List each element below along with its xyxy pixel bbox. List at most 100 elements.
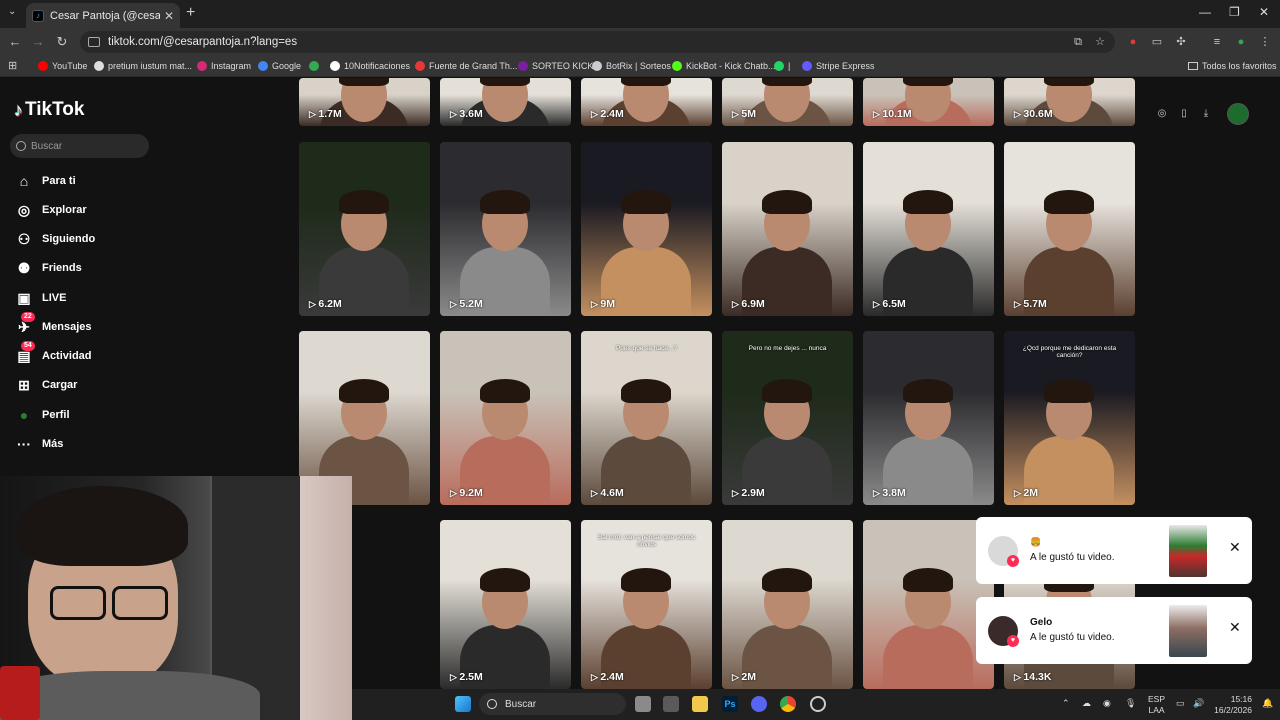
video-thumbnail[interactable]: 5.2M xyxy=(440,142,571,316)
video-thumbnail[interactable]: 9.2M xyxy=(440,331,571,505)
clock[interactable]: 15:16 16/2/2026 xyxy=(1212,694,1252,716)
video-thumbnail[interactable]: 2.4M xyxy=(581,78,712,126)
apps-grid-icon[interactable]: ⊞ xyxy=(8,59,17,72)
nav-item-following[interactable]: ⚇ Siguiendo xyxy=(15,229,95,249)
coins-icon[interactable]: ◎ xyxy=(1155,107,1169,121)
all-bookmarks[interactable]: Todos los favoritos xyxy=(1188,58,1277,74)
nav-item-friends[interactable]: ⚉ Friends xyxy=(15,258,82,278)
bookmark-item[interactable]: YouTube xyxy=(38,58,87,74)
close-window-button[interactable]: ✕ xyxy=(1259,5,1269,19)
search-input[interactable]: Buscar xyxy=(10,134,149,158)
tab-close-icon[interactable]: ✕ xyxy=(164,9,174,23)
bookmark-item[interactable]: BotRix | Sorteos xyxy=(592,58,671,74)
video-thumbnail[interactable] xyxy=(863,520,994,689)
discord-icon[interactable] xyxy=(751,696,767,712)
nav-item-home[interactable]: ⌂ Para ti xyxy=(15,171,76,191)
windows-start-icon[interactable] xyxy=(455,696,471,712)
notifications-icon[interactable]: 🔔 xyxy=(1262,698,1273,709)
bookmark-item[interactable]: KickBot - Kick Chatb... xyxy=(672,58,776,74)
bookmark-star-icon[interactable]: ☆ xyxy=(1093,35,1107,49)
notification-toast-2[interactable]: ♥ Gelo A le gustó tu video. ✕ xyxy=(976,597,1252,664)
volume-icon[interactable]: 🔊 xyxy=(1193,698,1204,709)
site-info-icon[interactable] xyxy=(88,37,100,47)
thumbnail-hair xyxy=(903,78,953,86)
video-thumbnail[interactable]: 1.7M xyxy=(299,78,430,126)
user-avatar[interactable] xyxy=(1227,103,1249,125)
chrome-menu-icon[interactable]: ⋮ xyxy=(1258,35,1272,49)
video-thumbnail[interactable]: Pero no me dejes ... nunca 2.9M xyxy=(722,331,853,505)
app-icon[interactable] xyxy=(663,696,679,712)
file-explorer-icon[interactable] xyxy=(692,696,708,712)
bookmark-item[interactable]: | xyxy=(774,58,790,74)
taskbar-search[interactable]: Buscar xyxy=(479,693,626,715)
search-placeholder: Buscar xyxy=(31,140,63,152)
bookmark-item[interactable]: Google xyxy=(258,58,301,74)
media-control-icon[interactable]: ≡ xyxy=(1210,35,1224,49)
nav-item-messages[interactable]: ✈ 22 Mensajes xyxy=(15,311,92,337)
notification-close-icon[interactable]: ✕ xyxy=(1229,619,1241,636)
obs-icon[interactable] xyxy=(810,696,826,712)
onedrive-icon[interactable]: ☁ xyxy=(1082,698,1091,709)
bookmark-item[interactable]: Instagram xyxy=(197,58,251,74)
bookmark-item[interactable]: 10Notificaciones xyxy=(330,58,410,74)
nav-item-activity[interactable]: ▤ 54 Actividad xyxy=(15,340,92,366)
bookmark-item[interactable]: Stripe Express xyxy=(802,58,875,74)
tray-app-icon[interactable]: ◉ xyxy=(1103,698,1111,709)
new-tab-button[interactable]: + xyxy=(186,4,195,22)
microphone-tray-icon[interactable]: 🎙 xyxy=(1125,698,1136,709)
nav-item-live[interactable]: ▣ LIVE xyxy=(15,288,66,308)
network-icon[interactable]: ▭ xyxy=(1176,698,1185,709)
photoshop-icon[interactable]: Ps xyxy=(722,696,738,712)
bookmark-item[interactable]: pretium iustum mat... xyxy=(94,58,192,74)
reload-button[interactable]: ↻ xyxy=(54,34,70,50)
bookmark-item[interactable] xyxy=(309,58,323,74)
bookmark-item[interactable]: SORTEO KICK xyxy=(518,58,593,74)
video-thumbnail[interactable]: 2M xyxy=(722,520,853,689)
profile-avatar-icon[interactable]: ● xyxy=(1234,35,1248,49)
extension-record-icon[interactable]: ● xyxy=(1126,35,1140,49)
video-thumbnail[interactable]: 6.9M xyxy=(722,142,853,316)
video-thumbnail[interactable]: 10.1M xyxy=(863,78,994,126)
video-thumbnail[interactable]: 2.5M xyxy=(440,520,571,689)
video-thumbnail[interactable]: Pues que se hace...? 4.6M xyxy=(581,331,712,505)
video-thumbnail[interactable]: 9M xyxy=(581,142,712,316)
video-thumbnail[interactable]: ¿Qcd porque me dedicaron esta canción? 2M xyxy=(1004,331,1135,505)
video-thumbnail[interactable]: 3.6M xyxy=(440,78,571,126)
tiktok-logo[interactable]: ♪ TikTok xyxy=(14,99,84,121)
nav-item-upload[interactable]: ⊞ Cargar xyxy=(15,375,77,395)
video-thumbnail[interactable]: 6.5M xyxy=(863,142,994,316)
video-thumbnail[interactable]: 6.2M xyxy=(299,142,430,316)
video-thumbnail[interactable]: Sal mrd, van a pensar que somos novios 2.… xyxy=(581,520,712,689)
chrome-icon[interactable] xyxy=(780,696,796,712)
tab-search-icon[interactable]: ⌄ xyxy=(8,6,16,17)
forward-button[interactable]: → xyxy=(30,34,46,49)
extensions-puzzle-icon[interactable]: ✣ xyxy=(1174,35,1188,49)
language-indicator[interactable]: ESP LAA xyxy=(1148,694,1165,716)
extension-icon[interactable]: ▭ xyxy=(1150,35,1164,49)
address-bar[interactable]: tiktok.com/@cesarpantoja.n?lang=es xyxy=(80,31,1115,53)
nav-item-compass[interactable]: ◎ Explorar xyxy=(15,200,87,220)
browser-tab-active[interactable]: ♪ Cesar Pantoja (@cesarpantoja... ✕ xyxy=(26,3,180,28)
video-thumbnail[interactable]: 3.8M xyxy=(863,331,994,505)
notification-thumbnail[interactable] xyxy=(1169,605,1207,657)
device-icon[interactable]: ▯ xyxy=(1177,107,1191,121)
nav-item-profile[interactable]: ● Perfil xyxy=(15,405,70,425)
minimize-button[interactable]: — xyxy=(1199,5,1211,19)
video-thumbnail[interactable]: 30.6M xyxy=(1004,78,1135,126)
notification-close-icon[interactable]: ✕ xyxy=(1229,539,1241,556)
install-app-icon[interactable]: ⧉ xyxy=(1071,35,1085,49)
restore-button[interactable]: ❐ xyxy=(1229,5,1240,19)
bookmark-item[interactable]: Fuente de Grand Th... xyxy=(415,58,517,74)
notification-thumbnail[interactable] xyxy=(1169,525,1207,577)
task-view-icon[interactable] xyxy=(635,696,651,712)
nav-item-more[interactable]: ··· Más xyxy=(15,434,63,454)
video-thumbnail[interactable]: 5M xyxy=(722,78,853,126)
microphone xyxy=(0,666,40,720)
download-icon[interactable]: ⤓ xyxy=(1199,107,1213,121)
tray-chevron-icon[interactable]: ⌃ xyxy=(1062,698,1070,709)
video-thumbnail[interactable]: 5.7M xyxy=(1004,142,1135,316)
back-button[interactable]: ← xyxy=(7,34,23,49)
live-icon: ▣ xyxy=(17,289,31,306)
view-count: 6.5M xyxy=(873,298,905,310)
notification-toast-1[interactable]: ♥ 🍔 A le gustó tu video. ✕ xyxy=(976,517,1252,584)
